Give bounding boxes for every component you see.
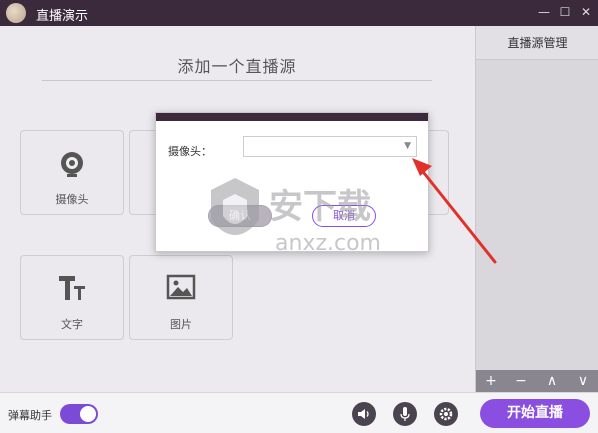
source-manager-title: 直播源管理 xyxy=(476,26,598,60)
app-logo xyxy=(6,3,26,23)
webcam-icon xyxy=(21,149,123,182)
move-up-button[interactable]: ∧ xyxy=(540,371,564,391)
speaker-button[interactable] xyxy=(352,402,376,426)
text-icon xyxy=(21,274,123,305)
source-manager-panel: 直播源管理 + − ∧ ∨ xyxy=(475,26,598,392)
toggle-knob xyxy=(80,406,96,422)
bottom-bar: 弹幕助手 开始直播 xyxy=(0,392,598,433)
tile-webcam[interactable]: 摄像头 xyxy=(20,130,124,215)
microphone-icon xyxy=(400,407,410,421)
tile-image[interactable]: 图片 xyxy=(129,255,233,340)
add-source-button[interactable]: + xyxy=(479,371,503,391)
minimize-button[interactable]: — xyxy=(536,4,552,20)
tile-label: 文字 xyxy=(61,318,83,331)
danmu-toggle[interactable] xyxy=(60,404,98,424)
heading-divider xyxy=(42,80,432,81)
start-live-button[interactable]: 开始直播 xyxy=(480,399,590,428)
tile-label: 摄像头 xyxy=(55,193,89,206)
tile-label: 图片 xyxy=(170,318,192,331)
camera-select[interactable]: ▼ xyxy=(243,136,417,157)
dialog-header xyxy=(156,113,428,121)
close-button[interactable]: ✕ xyxy=(578,4,594,20)
gear-icon xyxy=(439,407,453,421)
cancel-button[interactable]: 取消 xyxy=(312,205,376,227)
title-bar: 直播演示 — ☐ ✕ xyxy=(0,0,598,26)
source-manager-toolbar: + − ∧ ∨ xyxy=(476,370,598,392)
remove-source-button[interactable]: − xyxy=(509,371,533,391)
maximize-button[interactable]: ☐ xyxy=(557,4,573,20)
confirm-button[interactable]: 确认 xyxy=(208,205,272,227)
speaker-icon xyxy=(358,409,369,419)
microphone-button[interactable] xyxy=(393,402,417,426)
tile-text[interactable]: 文字 xyxy=(20,255,124,340)
window-title: 直播演示 xyxy=(36,9,89,24)
camera-label: 摄像头： xyxy=(168,145,212,158)
camera-dialog: 摄像头： ▼ 确认 取消 xyxy=(155,112,429,252)
page-heading: 添加一个直播源 xyxy=(177,57,297,76)
image-icon xyxy=(130,274,232,303)
danmu-label: 弹幕助手 xyxy=(8,409,52,422)
settings-button[interactable] xyxy=(434,402,458,426)
move-down-button[interactable]: ∨ xyxy=(571,371,595,391)
chevron-down-icon: ▼ xyxy=(404,141,411,151)
